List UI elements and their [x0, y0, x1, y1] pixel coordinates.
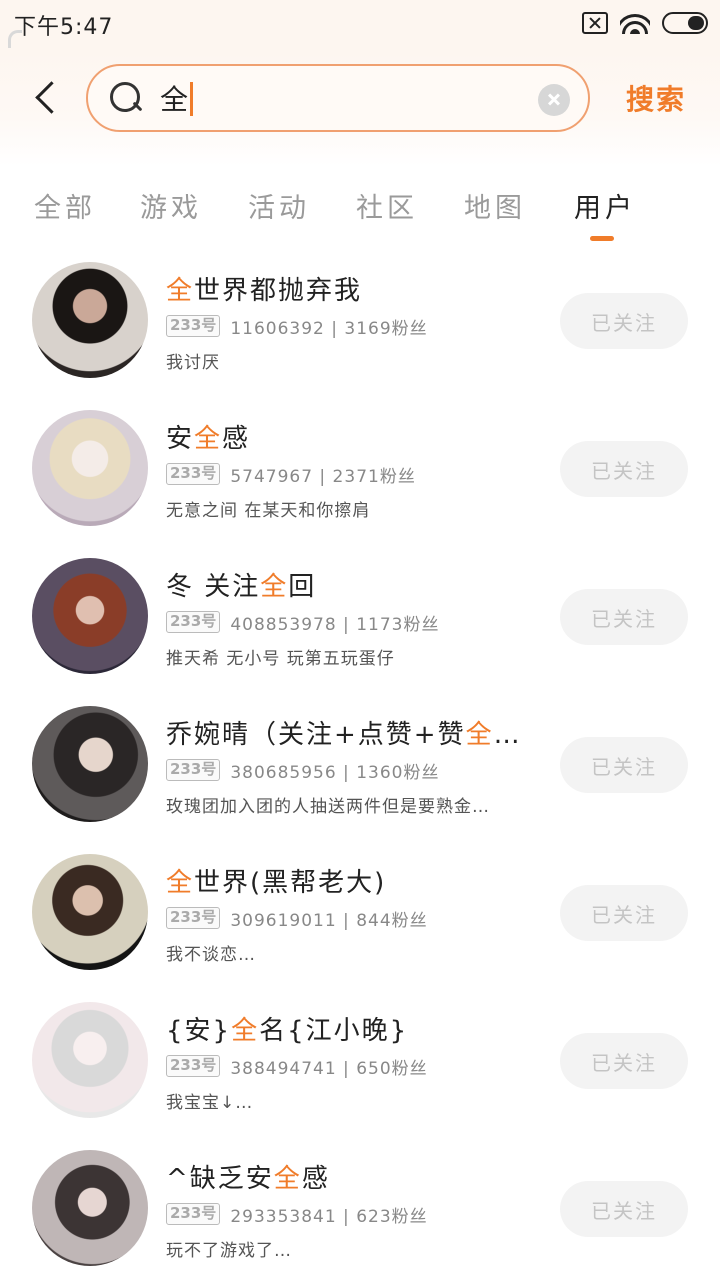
user-name: 安全感 — [166, 424, 251, 454]
followed-button[interactable]: 已关注 — [560, 441, 688, 497]
user-bio: 玩不了游戏了… — [166, 1241, 292, 1261]
list-item[interactable]: 冬 关注全回 233号 408853978 | 1173粉丝 推天希 无小号 玩… — [0, 542, 720, 690]
tab-maps[interactable]: 地图 — [464, 186, 526, 225]
user-meta: 233号 11606392 | 3169粉丝 — [166, 314, 428, 339]
user-bio: 我讨厌 — [166, 353, 220, 373]
id-badge: 233号 — [166, 907, 221, 929]
user-meta: 233号 5747967 | 2371粉丝 — [166, 462, 416, 487]
id-badge: 233号 — [166, 759, 221, 781]
user-result-list: 全世界都抛弃我 233号 11606392 | 3169粉丝 我讨厌 已关注 安… — [0, 246, 720, 1280]
list-item[interactable]: 全世界都抛弃我 233号 11606392 | 3169粉丝 我讨厌 已关注 — [0, 246, 720, 394]
followed-button[interactable]: 已关注 — [560, 1033, 688, 1089]
list-item[interactable]: 安全感 233号 5747967 | 2371粉丝 无意之间 在某天和你擦肩 已… — [0, 394, 720, 542]
list-item[interactable]: 乔婉晴（关注+点赞+赞全… 233号 380685956 | 1360粉丝 玫瑰… — [0, 690, 720, 838]
user-bio: 我宝宝↓… — [166, 1093, 254, 1113]
wifi-icon — [620, 12, 650, 34]
followed-button[interactable]: 已关注 — [560, 293, 688, 349]
search-box[interactable] — [86, 64, 590, 132]
no-sim-icon — [582, 12, 608, 34]
status-icons — [582, 12, 708, 34]
id-badge: 233号 — [166, 463, 221, 485]
user-stats: 5747967 | 2371粉丝 — [230, 466, 416, 487]
tab-community[interactable]: 社区 — [356, 186, 418, 225]
tab-games[interactable]: 游戏 — [140, 186, 202, 225]
id-badge: 233号 — [166, 611, 221, 633]
avatar[interactable] — [32, 262, 148, 378]
user-meta: 233号 388494741 | 650粉丝 — [166, 1054, 428, 1079]
user-bio: 无意之间 在某天和你擦肩 — [166, 501, 371, 521]
user-stats: 11606392 | 3169粉丝 — [230, 318, 428, 339]
tab-users[interactable]: 用户 — [574, 186, 636, 225]
avatar[interactable] — [32, 410, 148, 526]
category-tabs: 全部 游戏 活动 社区 地图 用户 — [0, 170, 720, 246]
user-name: 全世界(黑帮老大) — [166, 868, 387, 898]
tab-all[interactable]: 全部 — [34, 186, 96, 225]
user-meta: 233号 408853978 | 1173粉丝 — [166, 610, 440, 635]
search-button[interactable]: 搜索 — [626, 78, 686, 118]
user-stats: 293353841 | 623粉丝 — [230, 1206, 428, 1227]
clear-icon[interactable] — [538, 84, 570, 116]
user-stats: 388494741 | 650粉丝 — [230, 1058, 428, 1079]
user-bio: 我不谈恋… — [166, 945, 256, 965]
user-meta: 233号 309619011 | 844粉丝 — [166, 906, 428, 931]
user-name: 全世界都抛弃我 — [166, 276, 363, 306]
user-stats: 309619011 | 844粉丝 — [230, 910, 428, 931]
followed-button[interactable]: 已关注 — [560, 737, 688, 793]
followed-button[interactable]: 已关注 — [560, 589, 688, 645]
user-stats: 380685956 | 1360粉丝 — [230, 762, 440, 783]
floating-hook-icon — [8, 30, 22, 50]
user-bio: 推天希 无小号 玩第五玩蛋仔 — [166, 649, 395, 669]
avatar[interactable] — [32, 706, 148, 822]
id-badge: 233号 — [166, 315, 221, 337]
followed-button[interactable]: 已关注 — [560, 1181, 688, 1237]
user-name: 乔婉晴（关注+点赞+赞全… — [166, 720, 522, 750]
list-item[interactable]: {安}全名{江小晚} 233号 388494741 | 650粉丝 我宝宝↓… … — [0, 986, 720, 1134]
id-badge: 233号 — [166, 1203, 221, 1225]
user-name: ^缺乏安全感 — [166, 1164, 330, 1194]
status-time: 下午5:47 — [14, 15, 114, 40]
search-icon — [110, 82, 142, 114]
user-meta: 233号 380685956 | 1360粉丝 — [166, 758, 440, 783]
battery-icon — [662, 12, 708, 34]
id-badge: 233号 — [166, 1055, 221, 1077]
user-bio: 玫瑰团加入团的人抽送两件但是要熟金… — [166, 797, 490, 817]
avatar[interactable] — [32, 1002, 148, 1118]
avatar[interactable] — [32, 1150, 148, 1266]
user-stats: 408853978 | 1173粉丝 — [230, 614, 440, 635]
status-bar: 下午5:47 — [0, 0, 720, 50]
search-input[interactable] — [160, 78, 520, 118]
tab-events[interactable]: 活动 — [248, 186, 310, 225]
user-meta: 233号 293353841 | 623粉丝 — [166, 1202, 428, 1227]
user-name: {安}全名{江小晚} — [166, 1016, 409, 1046]
search-header: 搜索 — [0, 48, 720, 166]
active-tab-indicator — [590, 236, 614, 241]
back-arrow-icon[interactable] — [26, 74, 66, 122]
followed-button[interactable]: 已关注 — [560, 885, 688, 941]
search-results-page: 下午5:47 搜索 全部 游戏 活动 社区 地图 用户 — [0, 0, 720, 1280]
list-item[interactable]: ^缺乏安全感 233号 293353841 | 623粉丝 玩不了游戏了… 已关… — [0, 1134, 720, 1280]
text-caret — [190, 82, 193, 116]
avatar[interactable] — [32, 854, 148, 970]
list-item[interactable]: 全世界(黑帮老大) 233号 309619011 | 844粉丝 我不谈恋… 已… — [0, 838, 720, 986]
user-name: 冬 关注全回 — [166, 572, 317, 602]
avatar[interactable] — [32, 558, 148, 674]
